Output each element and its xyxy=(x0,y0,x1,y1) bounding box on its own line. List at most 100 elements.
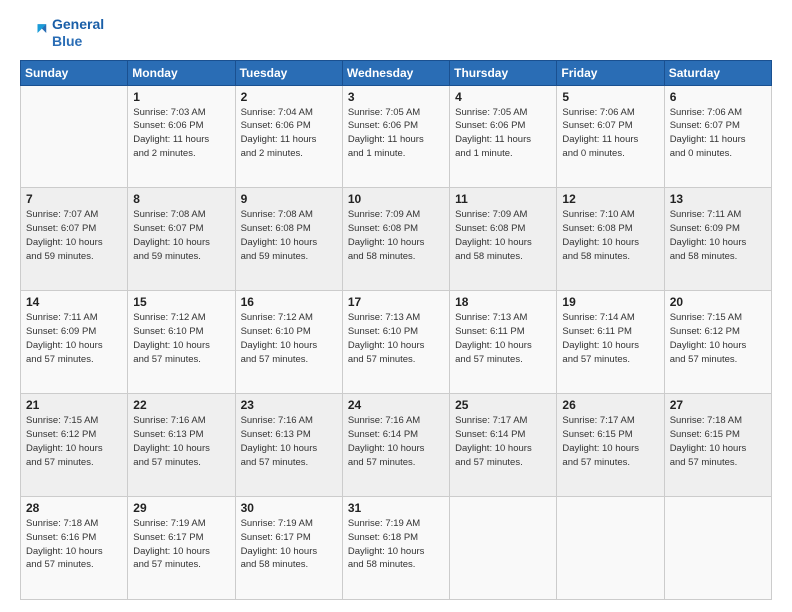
weekday-header: Sunday xyxy=(21,60,128,85)
day-info: Sunrise: 7:13 AM Sunset: 6:11 PM Dayligh… xyxy=(455,311,551,366)
day-info: Sunrise: 7:12 AM Sunset: 6:10 PM Dayligh… xyxy=(241,311,337,366)
day-info: Sunrise: 7:15 AM Sunset: 6:12 PM Dayligh… xyxy=(670,311,766,366)
day-info: Sunrise: 7:19 AM Sunset: 6:17 PM Dayligh… xyxy=(133,517,229,572)
day-number: 19 xyxy=(562,295,658,309)
calendar-day-cell: 7Sunrise: 7:07 AM Sunset: 6:07 PM Daylig… xyxy=(21,188,128,291)
day-number: 13 xyxy=(670,192,766,206)
day-number: 18 xyxy=(455,295,551,309)
day-info: Sunrise: 7:11 AM Sunset: 6:09 PM Dayligh… xyxy=(26,311,122,366)
calendar-table: SundayMondayTuesdayWednesdayThursdayFrid… xyxy=(20,60,772,600)
calendar-day-cell: 16Sunrise: 7:12 AM Sunset: 6:10 PM Dayli… xyxy=(235,291,342,394)
day-info: Sunrise: 7:17 AM Sunset: 6:14 PM Dayligh… xyxy=(455,414,551,469)
calendar-day-cell xyxy=(664,497,771,600)
calendar-day-cell: 30 Sunrise: 7:19 AM Sunset: 6:17 PM Dayli… xyxy=(235,497,342,600)
day-number: 7 xyxy=(26,192,122,206)
day-info: Sunrise: 7:15 AM Sunset: 6:12 PM Dayligh… xyxy=(26,414,122,469)
calendar-day-cell: 4 Sunrise: 7:05 AM Sunset: 6:06 PM Daylig… xyxy=(450,85,557,188)
calendar-day-cell: 9 Sunrise: 7:08 AM Sunset: 6:08 PM Daylig… xyxy=(235,188,342,291)
calendar-day-cell: 20 Sunrise: 7:15 AM Sunset: 6:12 PM Dayli… xyxy=(664,291,771,394)
day-number: 1 xyxy=(133,90,229,104)
calendar-week-row: 7Sunrise: 7:07 AM Sunset: 6:07 PM Daylig… xyxy=(21,188,772,291)
day-number: 27 xyxy=(670,398,766,412)
day-info: Sunrise: 7:12 AM Sunset: 6:10 PM Dayligh… xyxy=(133,311,229,366)
calendar-day-cell: 1 Sunrise: 7:03 AM Sunset: 6:06 PM Daylig… xyxy=(128,85,235,188)
day-info: Sunrise: 7:16 AM Sunset: 6:14 PM Dayligh… xyxy=(348,414,444,469)
calendar-day-cell: 8 Sunrise: 7:08 AM Sunset: 6:07 PM Daylig… xyxy=(128,188,235,291)
day-number: 15 xyxy=(133,295,229,309)
calendar-day-cell: 11Sunrise: 7:09 AM Sunset: 6:08 PM Dayli… xyxy=(450,188,557,291)
calendar-day-cell: 26 Sunrise: 7:17 AM Sunset: 6:15 PM Dayli… xyxy=(557,394,664,497)
day-info: Sunrise: 7:05 AM Sunset: 6:06 PM Dayligh… xyxy=(348,106,444,161)
day-number: 2 xyxy=(241,90,337,104)
weekday-header: Thursday xyxy=(450,60,557,85)
calendar-week-row: 14 Sunrise: 7:11 AM Sunset: 6:09 PM Dayli… xyxy=(21,291,772,394)
weekday-header: Monday xyxy=(128,60,235,85)
day-info: Sunrise: 7:08 AM Sunset: 6:07 PM Dayligh… xyxy=(133,208,229,263)
calendar-day-cell: 14 Sunrise: 7:11 AM Sunset: 6:09 PM Dayli… xyxy=(21,291,128,394)
day-number: 30 xyxy=(241,501,337,515)
day-number: 26 xyxy=(562,398,658,412)
calendar-day-cell: 25 Sunrise: 7:17 AM Sunset: 6:14 PM Dayli… xyxy=(450,394,557,497)
day-number: 6 xyxy=(670,90,766,104)
weekday-row: SundayMondayTuesdayWednesdayThursdayFrid… xyxy=(21,60,772,85)
calendar-day-cell: 13Sunrise: 7:11 AM Sunset: 6:09 PM Dayli… xyxy=(664,188,771,291)
day-info: Sunrise: 7:08 AM Sunset: 6:08 PM Dayligh… xyxy=(241,208,337,263)
day-info: Sunrise: 7:19 AM Sunset: 6:17 PM Dayligh… xyxy=(241,517,337,572)
day-number: 29 xyxy=(133,501,229,515)
day-number: 8 xyxy=(133,192,229,206)
calendar-day-cell xyxy=(21,85,128,188)
calendar-day-cell: 22 Sunrise: 7:16 AM Sunset: 6:13 PM Dayli… xyxy=(128,394,235,497)
day-number: 31 xyxy=(348,501,444,515)
day-info: Sunrise: 7:16 AM Sunset: 6:13 PM Dayligh… xyxy=(241,414,337,469)
day-info: Sunrise: 7:03 AM Sunset: 6:06 PM Dayligh… xyxy=(133,106,229,161)
day-number: 24 xyxy=(348,398,444,412)
calendar-day-cell: 18 Sunrise: 7:13 AM Sunset: 6:11 PM Dayli… xyxy=(450,291,557,394)
calendar-day-cell: 24 Sunrise: 7:16 AM Sunset: 6:14 PM Dayli… xyxy=(342,394,449,497)
calendar-week-row: 21 Sunrise: 7:15 AM Sunset: 6:12 PM Dayli… xyxy=(21,394,772,497)
day-number: 12 xyxy=(562,192,658,206)
day-number: 5 xyxy=(562,90,658,104)
day-number: 22 xyxy=(133,398,229,412)
logo-icon xyxy=(20,19,48,47)
calendar-week-row: 1 Sunrise: 7:03 AM Sunset: 6:06 PM Daylig… xyxy=(21,85,772,188)
calendar-day-cell: 15 Sunrise: 7:12 AM Sunset: 6:10 PM Dayli… xyxy=(128,291,235,394)
calendar-page: General Blue SundayMondayTuesdayWednesda… xyxy=(0,0,792,612)
calendar-day-cell: 6 Sunrise: 7:06 AM Sunset: 6:07 PM Daylig… xyxy=(664,85,771,188)
day-number: 25 xyxy=(455,398,551,412)
calendar-day-cell: 19 Sunrise: 7:14 AM Sunset: 6:11 PM Dayli… xyxy=(557,291,664,394)
day-info: Sunrise: 7:05 AM Sunset: 6:06 PM Dayligh… xyxy=(455,106,551,161)
weekday-header: Wednesday xyxy=(342,60,449,85)
calendar-day-cell: 31 Sunrise: 7:19 AM Sunset: 6:18 PM Dayli… xyxy=(342,497,449,600)
day-number: 20 xyxy=(670,295,766,309)
day-number: 21 xyxy=(26,398,122,412)
logo-text: General Blue xyxy=(52,16,104,50)
calendar-week-row: 28Sunrise: 7:18 AM Sunset: 6:16 PM Dayli… xyxy=(21,497,772,600)
calendar-day-cell: 2Sunrise: 7:04 AM Sunset: 6:06 PM Daylig… xyxy=(235,85,342,188)
day-number: 28 xyxy=(26,501,122,515)
day-info: Sunrise: 7:06 AM Sunset: 6:07 PM Dayligh… xyxy=(670,106,766,161)
logo: General Blue xyxy=(20,16,104,50)
day-info: Sunrise: 7:10 AM Sunset: 6:08 PM Dayligh… xyxy=(562,208,658,263)
calendar-day-cell: 10Sunrise: 7:09 AM Sunset: 6:08 PM Dayli… xyxy=(342,188,449,291)
calendar-day-cell: 23 Sunrise: 7:16 AM Sunset: 6:13 PM Dayli… xyxy=(235,394,342,497)
day-info: Sunrise: 7:18 AM Sunset: 6:15 PM Dayligh… xyxy=(670,414,766,469)
calendar-day-cell xyxy=(557,497,664,600)
day-number: 3 xyxy=(348,90,444,104)
day-info: Sunrise: 7:06 AM Sunset: 6:07 PM Dayligh… xyxy=(562,106,658,161)
calendar-day-cell: 3 Sunrise: 7:05 AM Sunset: 6:06 PM Daylig… xyxy=(342,85,449,188)
day-info: Sunrise: 7:16 AM Sunset: 6:13 PM Dayligh… xyxy=(133,414,229,469)
calendar-header: SundayMondayTuesdayWednesdayThursdayFrid… xyxy=(21,60,772,85)
day-number: 11 xyxy=(455,192,551,206)
calendar-day-cell: 5 Sunrise: 7:06 AM Sunset: 6:07 PM Daylig… xyxy=(557,85,664,188)
weekday-header: Saturday xyxy=(664,60,771,85)
calendar-day-cell: 17Sunrise: 7:13 AM Sunset: 6:10 PM Dayli… xyxy=(342,291,449,394)
day-info: Sunrise: 7:17 AM Sunset: 6:15 PM Dayligh… xyxy=(562,414,658,469)
day-number: 23 xyxy=(241,398,337,412)
day-number: 4 xyxy=(455,90,551,104)
day-info: Sunrise: 7:14 AM Sunset: 6:11 PM Dayligh… xyxy=(562,311,658,366)
day-info: Sunrise: 7:09 AM Sunset: 6:08 PM Dayligh… xyxy=(348,208,444,263)
day-number: 14 xyxy=(26,295,122,309)
day-number: 9 xyxy=(241,192,337,206)
day-info: Sunrise: 7:19 AM Sunset: 6:18 PM Dayligh… xyxy=(348,517,444,572)
day-info: Sunrise: 7:13 AM Sunset: 6:10 PM Dayligh… xyxy=(348,311,444,366)
